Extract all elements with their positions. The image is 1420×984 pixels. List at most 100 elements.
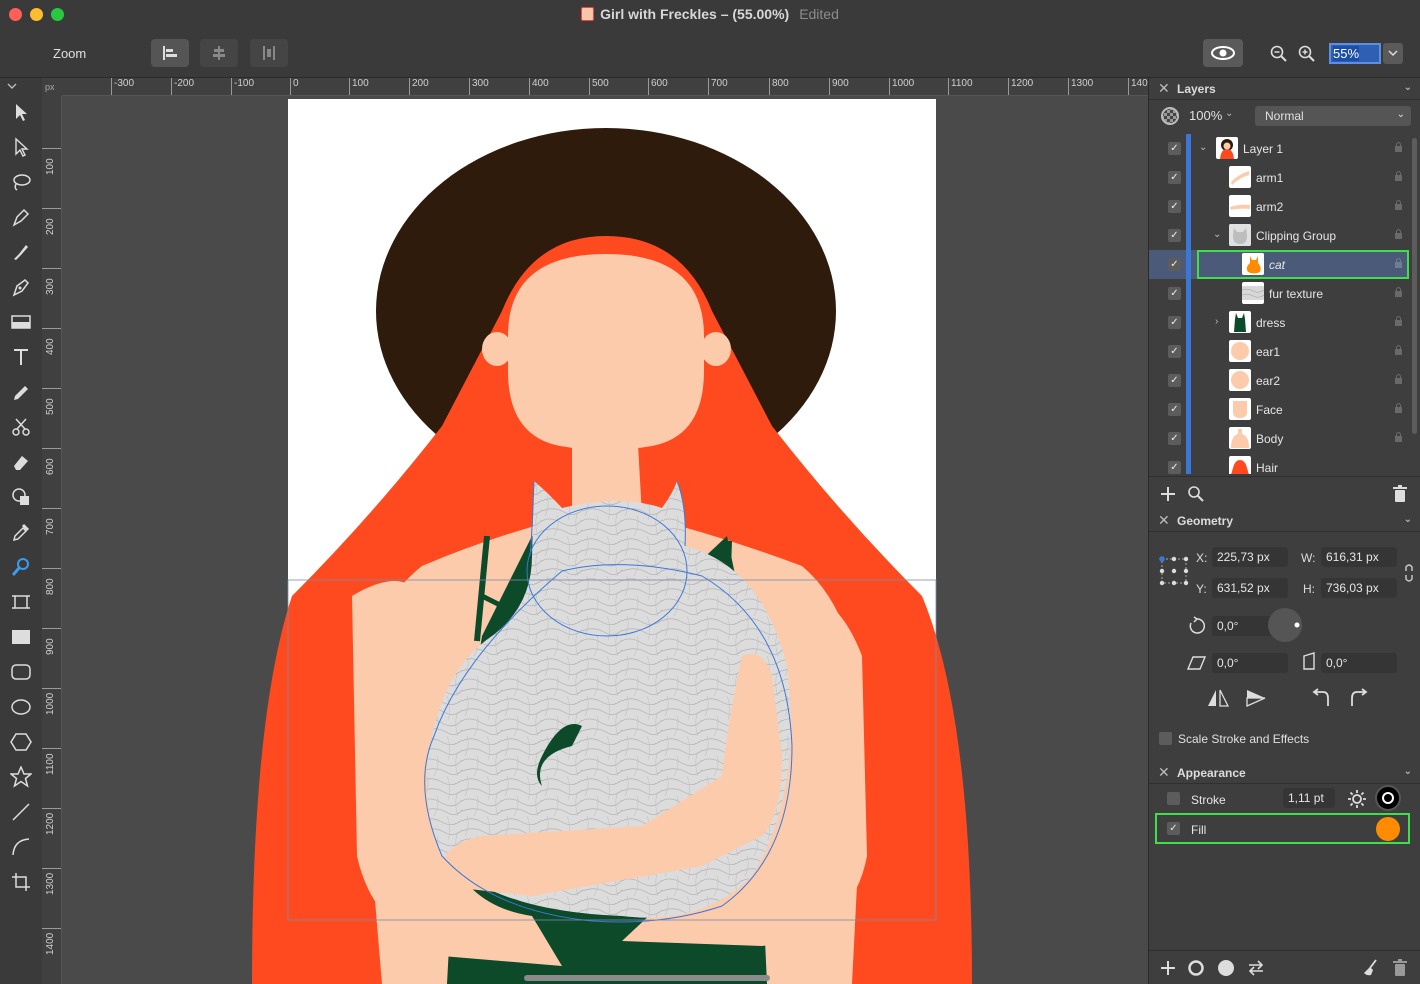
lock-icon[interactable] [1394, 315, 1403, 327]
chevron-down-icon[interactable] [6, 82, 18, 90]
align-center-button[interactable] [200, 39, 238, 67]
layer-row-dress[interactable]: ✓ › dress [1149, 308, 1409, 337]
artboard-tool[interactable] [8, 589, 34, 615]
lock-icon[interactable] [1394, 402, 1403, 414]
stroke-width-input[interactable]: 1,11 pt [1283, 788, 1335, 808]
horizontal-ruler[interactable]: -300 -200 -100 0 100 200 300 400 500 600… [62, 78, 1148, 96]
direct-select-tool[interactable] [8, 134, 34, 160]
zoom-level-input[interactable]: 55% [1329, 43, 1381, 64]
visibility-checkbox[interactable]: ✓ [1168, 287, 1181, 300]
zoom-level-dropdown[interactable] [1383, 43, 1403, 64]
layer-row-body[interactable]: ✓ Body [1149, 424, 1409, 453]
height-input[interactable]: 736,03 px [1321, 578, 1397, 598]
layer-row-hair[interactable]: ✓ Hair [1149, 453, 1409, 474]
arc-tool[interactable] [8, 834, 34, 860]
add-fill-icon[interactable] [1217, 959, 1235, 977]
swap-icon[interactable] [1247, 959, 1265, 977]
ear1-shape[interactable] [482, 332, 512, 366]
rounded-rectangle-tool[interactable] [8, 659, 34, 685]
rotate-left-icon[interactable] [1309, 688, 1331, 708]
trash-icon[interactable] [1392, 485, 1408, 503]
eyedropper-tool[interactable] [8, 519, 34, 545]
layer-row-face[interactable]: ✓ Face [1149, 395, 1409, 424]
fill-row[interactable]: ✓ Fill [1155, 813, 1410, 844]
geometry-panel-header[interactable]: ✕ Geometry ⌄ [1149, 510, 1420, 532]
fill-color-swatch[interactable] [1376, 817, 1400, 841]
chevron-down-icon[interactable]: ⌄ [1213, 229, 1221, 240]
search-icon[interactable] [1187, 485, 1205, 503]
zoom-tool[interactable] [8, 554, 34, 580]
opacity-value[interactable]: 100% [1189, 108, 1222, 123]
lock-icon[interactable] [1394, 257, 1403, 269]
lock-icon[interactable] [1394, 141, 1403, 153]
face-shape[interactable] [508, 254, 704, 450]
visibility-checkbox[interactable]: ✓ [1168, 316, 1181, 329]
layers-scrollbar[interactable] [1412, 138, 1417, 434]
zoom-in-icon[interactable] [1298, 45, 1315, 62]
eraser-tool[interactable] [8, 449, 34, 475]
lock-icon[interactable] [1394, 199, 1403, 211]
shear-input[interactable]: 0,0° [1212, 653, 1288, 673]
layer-row-arm1[interactable]: ✓ arm1 [1149, 163, 1409, 192]
skew-input[interactable]: 0,0° [1321, 653, 1397, 673]
pencil-tool[interactable] [8, 379, 34, 405]
flip-vertical-icon[interactable] [1245, 688, 1269, 708]
artwork[interactable] [62, 96, 1148, 984]
visibility-checkbox[interactable]: ✓ [1168, 258, 1181, 271]
visibility-checkbox[interactable]: ✓ [1168, 171, 1181, 184]
y-input[interactable]: 631,52 px [1212, 578, 1288, 598]
scissors-tool[interactable] [8, 414, 34, 440]
ellipse-tool[interactable] [8, 694, 34, 720]
broom-icon[interactable] [1361, 959, 1379, 977]
link-proportions-icon[interactable] [1403, 562, 1415, 584]
visibility-checkbox[interactable]: ✓ [1168, 142, 1181, 155]
lasso-tool[interactable] [8, 169, 34, 195]
layer-row-cat[interactable]: ✓ cat [1149, 250, 1409, 279]
chevron-down-icon[interactable]: ⌄ [1404, 514, 1412, 525]
vector-brush-tool[interactable] [8, 274, 34, 300]
width-input[interactable]: 616,31 px [1321, 547, 1397, 567]
visibility-checkbox[interactable]: ✓ [1168, 200, 1181, 213]
x-input[interactable]: 225,73 px [1212, 547, 1288, 567]
line-tool[interactable] [8, 799, 34, 825]
opacity-icon[interactable] [1161, 107, 1179, 125]
lock-icon[interactable] [1394, 286, 1403, 298]
anchor-point-icon[interactable] [1159, 556, 1189, 586]
horizontal-scrollbar[interactable] [524, 975, 770, 981]
layer-row-layer-1[interactable]: ✓ ⌄ Layer 1 [1149, 134, 1409, 163]
gear-icon[interactable] [1347, 789, 1367, 809]
gradient-tool[interactable] [8, 309, 34, 335]
zoom-out-icon[interactable] [1270, 45, 1287, 62]
stroke-row[interactable]: Stroke 1,11 pt [1157, 785, 1409, 813]
lock-icon[interactable] [1394, 431, 1403, 443]
distribute-button[interactable] [250, 39, 288, 67]
chevron-down-icon[interactable]: ⌄ [1404, 82, 1412, 93]
shape-builder-tool[interactable] [8, 484, 34, 510]
canvas[interactable] [62, 96, 1148, 984]
rectangle-tool[interactable] [8, 624, 34, 650]
trash-icon[interactable] [1392, 959, 1408, 977]
ear2-shape[interactable] [701, 332, 731, 366]
view-mode-button[interactable] [1203, 39, 1243, 67]
lock-icon[interactable] [1394, 170, 1403, 182]
close-icon[interactable]: ✕ [1158, 80, 1170, 97]
ruler-unit[interactable]: px [42, 78, 62, 96]
layers-panel-header[interactable]: ✕ Layers ⌄ [1149, 78, 1420, 100]
close-icon[interactable]: ✕ [1158, 764, 1170, 781]
visibility-checkbox[interactable]: ✓ [1168, 229, 1181, 242]
add-stroke-icon[interactable] [1187, 959, 1205, 977]
lock-icon[interactable] [1394, 373, 1403, 385]
chevron-right-icon[interactable]: › [1215, 316, 1218, 327]
star-tool[interactable] [8, 764, 34, 790]
stroke-color-swatch[interactable] [1375, 785, 1401, 811]
layer-row-ear1[interactable]: ✓ ear1 [1149, 337, 1409, 366]
layer-row-arm2[interactable]: ✓ arm2 [1149, 192, 1409, 221]
stroke-checkbox[interactable] [1167, 792, 1180, 805]
appearance-panel-header[interactable]: ✕ Appearance ⌄ [1149, 762, 1420, 784]
rotation-dial[interactable] [1266, 606, 1304, 644]
layer-row-fur-texture[interactable]: ✓ fur texture [1149, 279, 1409, 308]
visibility-checkbox[interactable]: ✓ [1168, 403, 1181, 416]
checkbox[interactable] [1159, 732, 1172, 745]
add-layer-icon[interactable] [1159, 485, 1177, 503]
visibility-checkbox[interactable]: ✓ [1168, 345, 1181, 358]
